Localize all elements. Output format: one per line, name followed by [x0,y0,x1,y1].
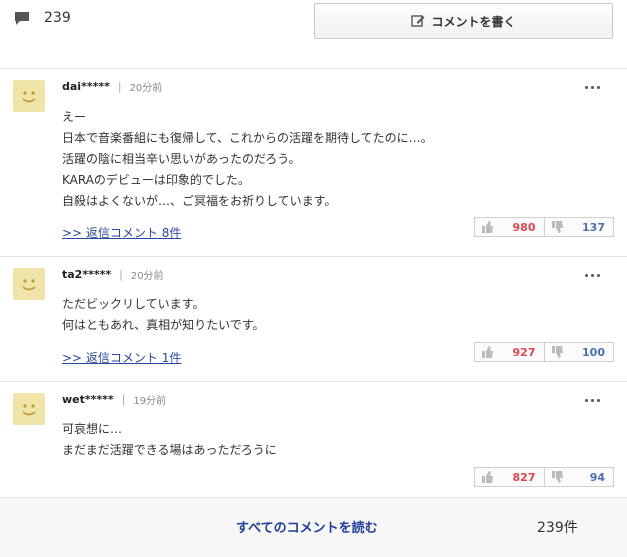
dislike-count: 100 [582,345,605,359]
comment-line: 活躍の陰に相当辛い思いがあったのだろう。 [62,152,301,166]
comment-body: 可哀想に… まだまだ活躍できる場はあっただろうに [62,419,277,461]
dislike-count: 94 [589,470,605,484]
thumbs-up-icon [481,218,494,237]
thumbs-down-icon [551,468,564,487]
like-button[interactable]: 980 [475,218,544,236]
total-comment-count: 239件 [537,520,578,536]
comment-line: まだまだ活躍できる場はあっただろうに [62,443,277,457]
comment-item: dai***** | 20分前 えー 日本で音楽番組にも復帰して、これからの活躍… [0,69,627,257]
username[interactable]: dai***** [62,80,110,93]
more-icon[interactable] [585,82,605,92]
comment-line: 自殺はよくないが…、ご冥福をお祈りしています。 [62,194,337,208]
username[interactable]: ta2***** [62,268,111,281]
comment-line: えー [62,110,87,124]
meta-separator: | [121,393,126,406]
like-button[interactable]: 927 [475,343,544,361]
thumbs-down-icon [551,343,564,362]
write-comment-button[interactable]: コメントを書く [314,3,613,39]
smiley-avatar [13,80,45,112]
comment-line: ただビックリしています。 [62,297,205,311]
reply-link[interactable]: >> 返信コメント 8件 [62,224,181,241]
more-icon[interactable] [585,395,605,405]
comment-line: 可哀想に… [62,422,123,436]
smiley-avatar [13,393,45,425]
like-count: 980 [512,220,536,234]
comment-header: 239 コメントを書く [0,0,627,69]
dislike-button[interactable]: 94 [543,468,614,487]
timestamp: 20分前 [130,271,164,282]
comment-body: えー 日本で音楽番組にも復帰して、これからの活躍を期待してたのに…。 活躍の陰に… [62,107,433,212]
thumbs-up-icon [481,468,494,487]
comment-body: ただビックリしています。 何はともあれ、真相が知りたいです。 [62,294,265,336]
vote-buttons: 980 137 [474,217,614,237]
meta-separator: | [119,268,123,281]
timestamp: 20分前 [129,83,163,94]
dislike-button[interactable]: 137 [543,218,614,237]
username[interactable]: wet***** [62,393,114,406]
like-count: 827 [512,470,536,484]
like-button[interactable]: 827 [475,468,544,486]
dislike-count: 137 [582,220,605,234]
vote-buttons: 827 94 [474,467,614,487]
comment-count: 239 [14,10,71,26]
read-all-comments-link[interactable]: すべてのコメントを読む [236,517,378,536]
smiley-avatar [13,268,45,300]
speech-bubble-icon [14,11,30,25]
comment-item: wet***** | 19分前 可哀想に… まだまだ活躍できる場はあっただろうに… [0,382,627,498]
thumbs-up-icon [481,343,494,362]
like-count: 927 [512,345,536,359]
meta-separator: | [117,80,122,93]
pen-icon [411,14,425,28]
reply-link[interactable]: >> 返信コメント 1件 [62,349,181,366]
comment-item: ta2***** | 20分前 ただビックリしています。 何はともあれ、真相が知… [0,257,627,382]
comment-meta: wet***** | 19分前 [62,392,166,407]
comment-line: 日本で音楽番組にも復帰して、これからの活躍を期待してたのに…。 [62,131,433,145]
write-comment-label: コメントを書く [431,14,516,29]
timestamp: 19分前 [133,396,167,407]
comment-meta: dai***** | 20分前 [62,79,162,94]
dislike-button[interactable]: 100 [543,343,614,362]
comment-count-text: 239 [44,10,71,26]
comment-line: KARAのデビューは印象的でした。 [62,173,250,187]
comment-line: 何はともあれ、真相が知りたいです。 [62,318,265,332]
comment-meta: ta2***** | 20分前 [62,267,164,282]
vote-buttons: 927 100 [474,342,614,362]
comments-footer: すべてのコメントを読む 239件 [0,498,627,557]
thumbs-down-icon [551,218,564,237]
more-icon[interactable] [585,270,605,280]
